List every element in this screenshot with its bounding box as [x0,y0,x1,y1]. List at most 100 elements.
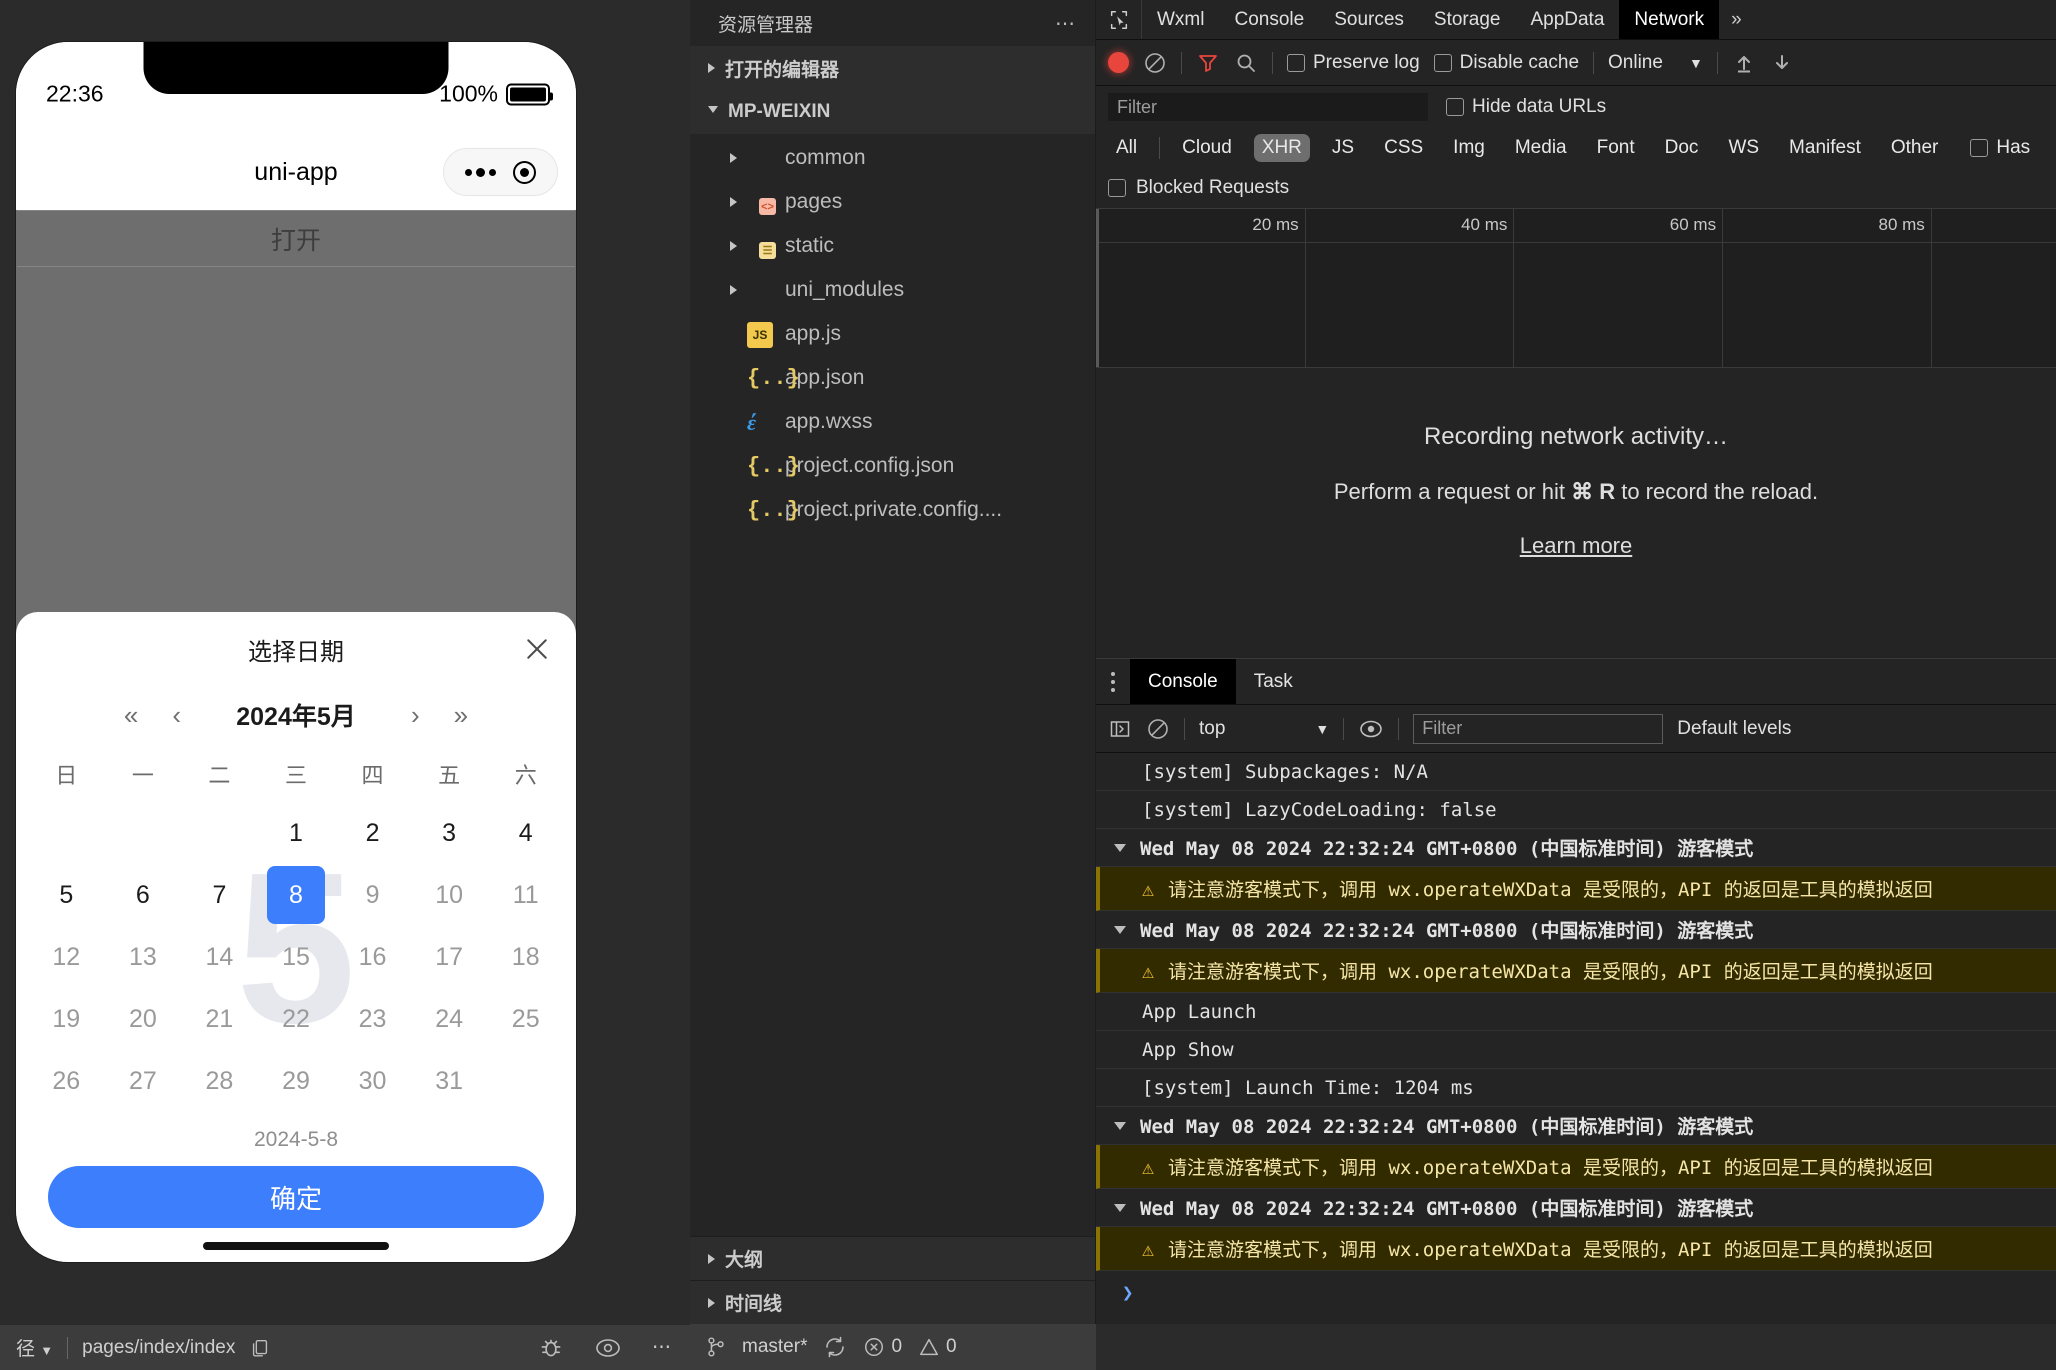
folder-item-uni_modules[interactable]: uni_modules [690,268,1095,312]
branch-icon[interactable] [706,1336,726,1358]
calendar-day-1[interactable]: 1 [258,802,335,864]
funnel-icon[interactable] [1196,51,1220,75]
tab-wxml[interactable]: Wxml [1142,0,1219,39]
console-log-row[interactable]: Wed May 08 2024 22:32:24 GMT+0800 (中国标准时… [1096,911,2056,949]
type-filter-ws[interactable]: WS [1720,134,1767,162]
calendar-day-30[interactable]: 30 [334,1050,411,1112]
calendar-day-19[interactable]: 19 [28,988,105,1050]
calendar-day-13[interactable]: 13 [105,926,182,988]
calendar-day-5[interactable]: 5 [28,864,105,926]
calendar-day-24[interactable]: 24 [411,988,488,1050]
calendar-day-14[interactable]: 14 [181,926,258,988]
chevron-down-icon[interactable] [1114,925,1126,934]
timeline-section[interactable]: 时间线 [690,1280,1095,1324]
console-context-select[interactable]: top ▼ [1199,718,1329,740]
type-filter-media[interactable]: Media [1507,134,1575,162]
show-sidebar-icon[interactable] [1108,717,1132,741]
type-filter-other[interactable]: Other [1883,134,1947,162]
eye-icon[interactable] [1358,718,1384,740]
calendar-day-2[interactable]: 2 [334,802,411,864]
type-filter-xhr[interactable]: XHR [1253,134,1310,162]
tab-network[interactable]: Network [1619,0,1720,39]
folder-item-static[interactable]: ☰ static [690,224,1095,268]
learn-more-link[interactable]: Learn more [1520,533,1633,559]
console-log-list[interactable]: [system] Subpackages: N/A [system] LazyCo… [1096,753,2056,1324]
calendar-day-8[interactable]: 8 [258,864,335,926]
calendar-day-4[interactable]: 4 [487,802,564,864]
open-button[interactable]: 打开 [17,210,575,267]
has-blocked-cookies-checkbox[interactable]: Has [1970,137,2030,159]
console-log-row[interactable]: Wed May 08 2024 22:32:24 GMT+0800 (中国标准时… [1096,1189,2056,1227]
type-filter-doc[interactable]: Doc [1657,134,1707,162]
record-dot-icon[interactable] [1108,52,1129,73]
type-filter-css[interactable]: CSS [1376,134,1431,162]
type-filter-img[interactable]: Img [1445,134,1493,162]
network-filter-input[interactable]: Filter [1108,93,1428,121]
folder-item-common[interactable]: common [690,136,1095,180]
chevron-down-icon[interactable] [1114,1121,1126,1130]
preserve-log-checkbox[interactable]: Preserve log [1287,52,1420,74]
next-month-button[interactable]: › [407,700,424,730]
kebab-menu-icon[interactable] [1096,671,1130,692]
tab-console[interactable]: Console [1219,0,1319,39]
error-count[interactable]: 0 [863,1336,902,1358]
file-item-project.config.json[interactable]: {..} project.config.json [690,444,1095,488]
calendar-day-11[interactable]: 11 [487,864,564,926]
tab-storage[interactable]: Storage [1419,0,1516,39]
calendar-day-15[interactable]: 15 [258,926,335,988]
type-filter-manifest[interactable]: Manifest [1781,134,1869,162]
upload-icon[interactable] [1732,51,1756,75]
calendar-day-21[interactable]: 21 [181,988,258,1050]
path-dropdown[interactable]: 径 ▼ [16,1334,53,1361]
type-filter-font[interactable]: Font [1589,134,1643,162]
outline-section[interactable]: 大纲 [690,1236,1095,1280]
bug-icon[interactable] [538,1335,564,1361]
eye-icon[interactable] [594,1337,622,1359]
hide-data-urls-checkbox[interactable]: Hide data URLs [1446,96,1606,118]
sync-icon[interactable] [823,1335,847,1359]
tab-sources[interactable]: Sources [1319,0,1419,39]
prev-month-button[interactable]: ‹ [168,700,185,730]
calendar-day-25[interactable]: 25 [487,988,564,1050]
branch-label[interactable]: master* [742,1336,807,1358]
file-item-app.js[interactable]: JS app.js [690,312,1095,356]
calendar-day-12[interactable]: 12 [28,926,105,988]
inspect-cursor-icon[interactable] [1096,0,1142,39]
open-editors-section[interactable]: 打开的编辑器 [690,46,1095,90]
calendar-day-16[interactable]: 16 [334,926,411,988]
copy-icon[interactable] [249,1337,271,1359]
file-item-app.wxss[interactable]: έ app.wxss [690,400,1095,444]
console-tab-console[interactable]: Console [1130,659,1236,704]
more-dots-icon[interactable] [464,167,496,177]
calendar-day-31[interactable]: 31 [411,1050,488,1112]
calendar-day-26[interactable]: 26 [28,1050,105,1112]
console-log-row[interactable]: Wed May 08 2024 22:32:24 GMT+0800 (中国标准时… [1096,829,2056,867]
file-item-app.json[interactable]: {..} app.json [690,356,1095,400]
tab-appdata[interactable]: AppData [1515,0,1619,39]
folder-item-pages[interactable]: <> pages [690,180,1095,224]
type-filter-cloud[interactable]: Cloud [1174,134,1240,162]
blocked-requests-checkbox[interactable] [1108,179,1126,197]
calendar-day-18[interactable]: 18 [487,926,564,988]
calendar-day-10[interactable]: 10 [411,864,488,926]
calendar-day-20[interactable]: 20 [105,988,182,1050]
clear-icon[interactable] [1143,51,1167,75]
chevron-down-icon[interactable] [1114,1203,1126,1212]
calendar-day-23[interactable]: 23 [334,988,411,1050]
calendar-day-7[interactable]: 7 [181,864,258,926]
chevron-down-icon[interactable] [1114,843,1126,852]
type-filter-js[interactable]: JS [1324,134,1362,162]
clear-console-icon[interactable] [1146,717,1170,741]
type-filter-all[interactable]: All [1108,134,1145,162]
calendar-day-28[interactable]: 28 [181,1050,258,1112]
confirm-button[interactable]: 确定 [48,1166,544,1228]
console-tab-task[interactable]: Task [1236,659,1311,704]
calendar-day-22[interactable]: 22 [258,988,335,1050]
download-icon[interactable] [1770,51,1794,75]
next-year-button[interactable]: » [450,700,472,730]
ellipsis-icon[interactable]: ⋯ [1055,11,1077,36]
throttling-select[interactable]: Online ▼ [1608,52,1703,74]
wechat-capsule[interactable] [443,148,558,196]
project-section[interactable]: MP-WEIXIN [690,90,1095,134]
calendar-day-29[interactable]: 29 [258,1050,335,1112]
